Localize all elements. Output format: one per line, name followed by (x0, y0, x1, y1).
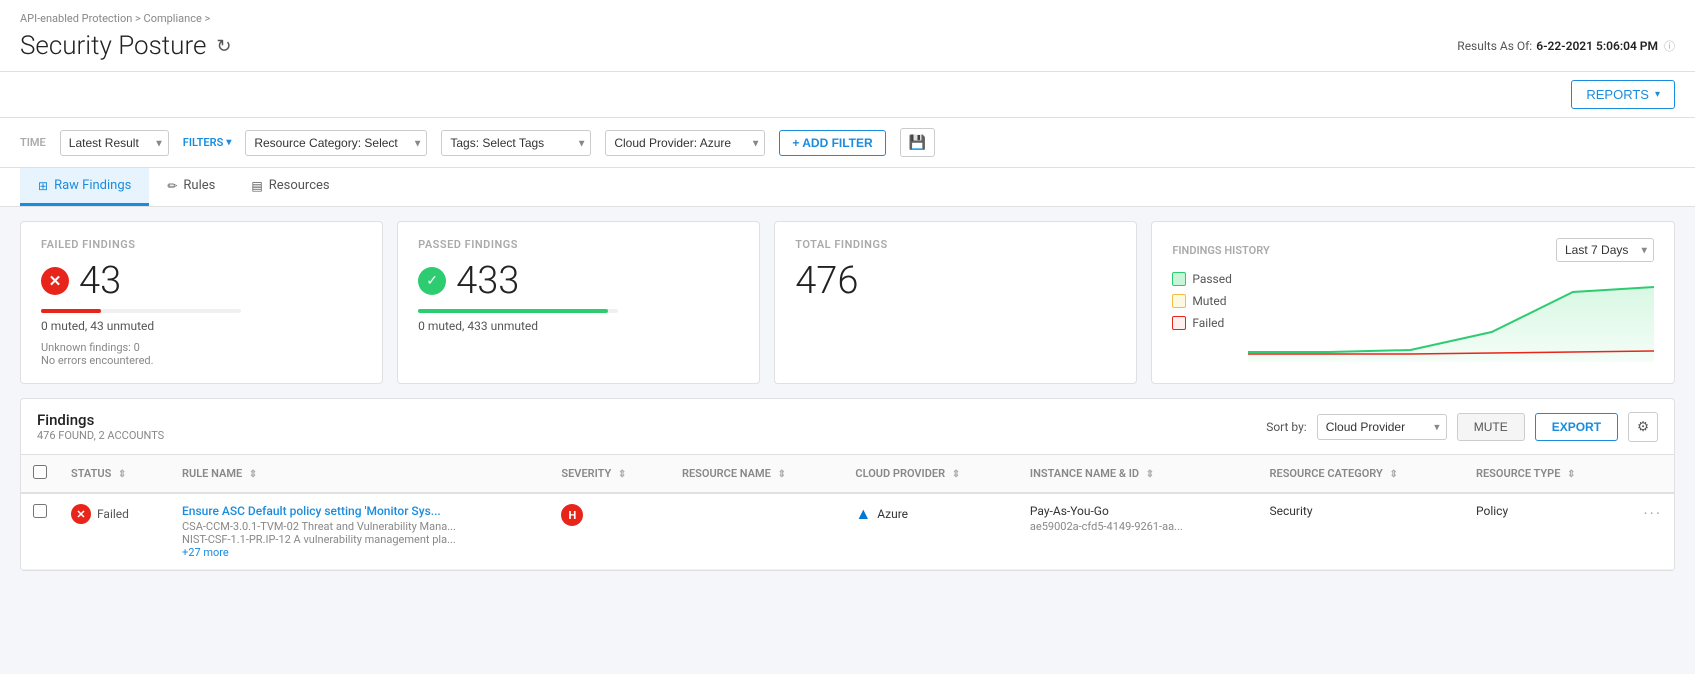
chart-area (1248, 272, 1654, 362)
breadcrumb-item-2[interactable]: Compliance (144, 12, 202, 25)
col-severity: SEVERITY ⇕ (549, 455, 670, 493)
tags-select[interactable]: Tags: Select Tags (441, 130, 591, 156)
total-findings-value: 476 (795, 259, 858, 303)
mute-button[interactable]: MUTE (1457, 413, 1525, 441)
col-cloud-provider: CLOUD PROVIDER ⇕ (843, 455, 1018, 493)
page-header: Security Posture ↻ Results As Of: 6-22-2… (0, 25, 1695, 72)
col-status: STATUS ⇕ (59, 455, 170, 493)
row-menu-button[interactable]: ··· (1643, 504, 1662, 523)
filters-row: TIME Latest Result ▾ FILTERS ▾ Resource … (0, 118, 1695, 168)
passed-sub: 0 muted, 433 unmuted (418, 319, 739, 333)
sort-arrows-instance: ⇕ (1146, 469, 1154, 480)
table-row: ✕ Failed Ensure ASC Default policy setti… (21, 493, 1674, 570)
select-all-checkbox[interactable] (33, 465, 47, 479)
export-button[interactable]: EXPORT (1535, 413, 1618, 441)
history-label: FINDINGS HISTORY (1172, 244, 1269, 257)
legend-muted: Muted (1172, 294, 1232, 308)
row-instance-name: Pay-As-You-Go (1030, 504, 1246, 518)
findings-subtitle: 476 FOUND, 2 ACCOUNTS (37, 429, 164, 442)
unknown-findings: Unknown findings: 0 (41, 341, 362, 354)
row-rule-sub3[interactable]: +27 more (182, 546, 537, 559)
filters-label[interactable]: FILTERS ▾ (183, 136, 232, 149)
col-instance-name: INSTANCE NAME & ID ⇕ (1018, 455, 1258, 493)
save-filter-button[interactable]: 💾 (900, 128, 935, 157)
failed-icon: ✕ (41, 267, 69, 295)
no-errors: No errors encountered. (41, 354, 362, 367)
row-rule-sub2: NIST-CSF-1.1-PR.IP-12 A vulnerability ma… (182, 533, 537, 546)
info-icon: ⓘ (1664, 38, 1675, 54)
tabs-row: ⊞ Raw Findings ✏ Rules ▤ Resources (0, 168, 1695, 207)
cloud-provider-select[interactable]: Cloud Provider: Azure (605, 130, 765, 156)
sort-arrows-severity: ⇕ (618, 469, 626, 480)
row-cloud-provider: Azure (877, 507, 908, 521)
total-findings-label: TOTAL FINDINGS (795, 238, 1116, 251)
rules-icon: ✏ (167, 179, 177, 193)
total-findings-card: TOTAL FINDINGS 476 (774, 221, 1137, 384)
col-rule-name: RULE NAME ⇕ (170, 455, 549, 493)
sort-arrows-resource: ⇕ (778, 469, 786, 480)
severity-badge: H (561, 504, 583, 526)
sort-by-label: Sort by: (1266, 420, 1307, 434)
resources-icon: ▤ (251, 179, 262, 193)
results-as-of: Results As Of: 6-22-2021 5:06:04 PM ⓘ (1457, 38, 1675, 54)
sort-arrows-category: ⇕ (1390, 469, 1398, 480)
legend-passed: Passed (1172, 272, 1232, 286)
findings-title: Findings (37, 411, 164, 429)
tab-resources[interactable]: ▤ Resources (233, 168, 347, 206)
passed-findings-value: 433 (456, 259, 519, 303)
passed-findings-label: PASSED FINDINGS (418, 238, 739, 251)
passed-findings-card: PASSED FINDINGS ✓ 433 0 muted, 433 unmut… (397, 221, 760, 384)
failed-findings-label: FAILED FINDINGS (41, 238, 362, 251)
row-resource-category: Security (1270, 504, 1313, 518)
failed-findings-card: FAILED FINDINGS ✕ 43 0 muted, 43 unmuted… (20, 221, 383, 384)
add-filter-button[interactable]: + ADD FILTER (779, 130, 885, 156)
legend-failed: Failed (1172, 316, 1232, 330)
sort-arrows-status: ⇕ (118, 469, 126, 480)
grid-icon: ⊞ (38, 179, 48, 193)
row-status: Failed (97, 507, 129, 521)
row-rule-name[interactable]: Ensure ASC Default policy setting 'Monit… (182, 504, 537, 518)
time-select[interactable]: Latest Result (60, 130, 169, 156)
resource-category-select[interactable]: Resource Category: Select (245, 130, 427, 156)
sort-arrows-cloud: ⇕ (952, 469, 960, 480)
reports-button[interactable]: REPORTS ▾ (1571, 80, 1675, 109)
history-time-select[interactable]: Last 7 Days (1556, 238, 1654, 262)
row-resource-type: Policy (1476, 504, 1508, 518)
filters-chevron-icon: ▾ (226, 137, 231, 148)
failed-sub: 0 muted, 43 unmuted (41, 319, 362, 333)
findings-section: Findings 476 FOUND, 2 ACCOUNTS Sort by: … (20, 398, 1675, 571)
row-rule-sub1: CSA-CCM-3.0.1-TVM-02 Threat and Vulnerab… (182, 520, 537, 533)
page-title: Security Posture (20, 31, 206, 61)
tab-raw-findings[interactable]: ⊞ Raw Findings (20, 168, 149, 206)
col-resource-type: RESOURCE TYPE ⇕ (1464, 455, 1631, 493)
findings-history-card: FINDINGS HISTORY Last 7 Days ▾ Passed (1151, 221, 1675, 384)
col-resource-name: RESOURCE NAME ⇕ (670, 455, 843, 493)
gear-button[interactable]: ⚙ (1628, 412, 1658, 442)
sort-arrows-type: ⇕ (1567, 469, 1575, 480)
passed-icon: ✓ (418, 267, 446, 295)
failed-findings-value: 43 (79, 259, 121, 303)
row-failed-icon: ✕ (71, 504, 91, 524)
breadcrumb: API-enabled Protection > Compliance > (20, 6, 1675, 25)
row-checkbox[interactable] (33, 504, 47, 518)
sort-by-select[interactable]: Cloud Provider (1317, 414, 1447, 440)
refresh-icon[interactable]: ↻ (216, 36, 231, 57)
azure-logo-icon: ▲ (855, 504, 871, 524)
tab-rules[interactable]: ✏ Rules (149, 168, 233, 206)
sort-arrows-rule: ⇕ (249, 469, 257, 480)
row-instance-id: ae59002a-cfd5-4149-9261-aa... (1030, 520, 1246, 533)
reports-dropdown-icon: ▾ (1655, 89, 1660, 100)
col-resource-category: RESOURCE CATEGORY ⇕ (1258, 455, 1464, 493)
time-label: TIME (20, 136, 46, 149)
breadcrumb-item-1[interactable]: API-enabled Protection (20, 12, 132, 25)
